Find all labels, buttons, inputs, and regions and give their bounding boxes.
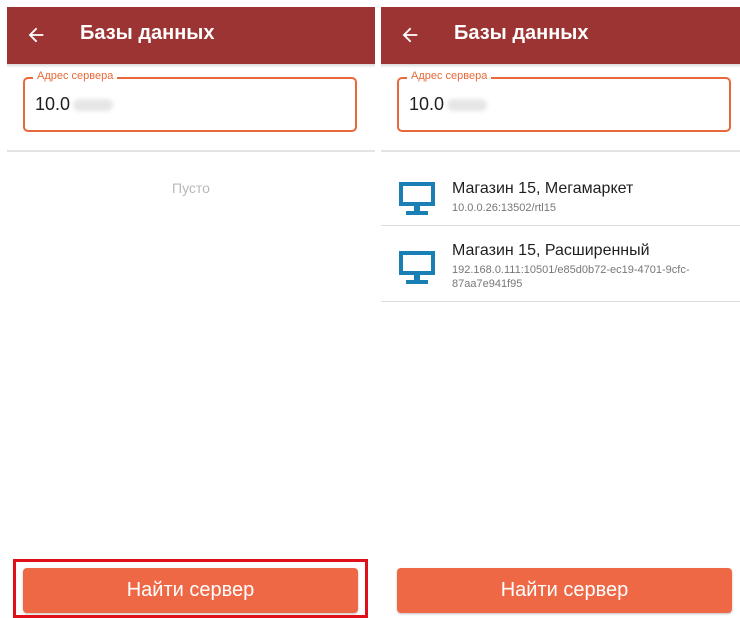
app-bar: Базы данных bbox=[381, 7, 740, 64]
left-screen: Базы данных Адрес сервера 10.0 Пусто Най… bbox=[7, 7, 375, 618]
empty-list-text: Пусто bbox=[172, 180, 210, 196]
blurred-text bbox=[447, 99, 488, 112]
database-list: Магазин 15, Мегамаркет 10.0.0.26:13502/r… bbox=[381, 164, 740, 302]
app-bar: Базы данных bbox=[7, 7, 375, 64]
database-address: 10.0.0.26:13502/rtl15 bbox=[452, 202, 556, 214]
right-screen: Базы данных Адрес сервера 10.0 Магазин 1… bbox=[381, 7, 740, 618]
server-address-label: Адрес сервера bbox=[33, 70, 118, 82]
arrow-back-icon[interactable] bbox=[25, 24, 47, 46]
page-title: Базы данных bbox=[454, 22, 589, 44]
database-list-item[interactable]: Магазин 15, Мегамаркет 10.0.0.26:13502/r… bbox=[381, 164, 740, 226]
server-address-value: 10.0 bbox=[35, 94, 71, 114]
arrow-back-icon[interactable] bbox=[399, 24, 421, 46]
monitor-icon bbox=[399, 251, 435, 284]
blurred-text bbox=[73, 99, 114, 112]
database-name: Магазин 15, Мегамаркет bbox=[452, 180, 634, 197]
page-title: Базы данных bbox=[80, 22, 215, 44]
server-address-input[interactable]: 10.0 bbox=[35, 94, 114, 115]
server-address-field[interactable]: Адрес сервера 10.0 bbox=[23, 70, 357, 132]
find-server-button[interactable]: Найти сервер bbox=[397, 568, 732, 613]
server-address-input[interactable]: 10.0 bbox=[409, 94, 488, 115]
database-name: Магазин 15, Расширенный bbox=[452, 242, 650, 259]
server-address-label: Адрес сервера bbox=[407, 70, 492, 82]
database-address: 192.168.0.111:10501/e85d0b72-ec19-4701-9… bbox=[452, 264, 690, 290]
find-server-button[interactable]: Найти сервер bbox=[23, 568, 358, 613]
app-bar-shadow bbox=[7, 64, 375, 68]
divider bbox=[381, 150, 740, 152]
monitor-icon bbox=[399, 182, 435, 215]
server-address-value: 10.0 bbox=[409, 94, 445, 114]
divider bbox=[7, 150, 375, 152]
server-address-field[interactable]: Адрес сервера 10.0 bbox=[397, 70, 731, 132]
database-list-item[interactable]: Магазин 15, Расширенный 192.168.0.111:10… bbox=[381, 226, 740, 302]
app-bar-shadow bbox=[381, 64, 740, 68]
